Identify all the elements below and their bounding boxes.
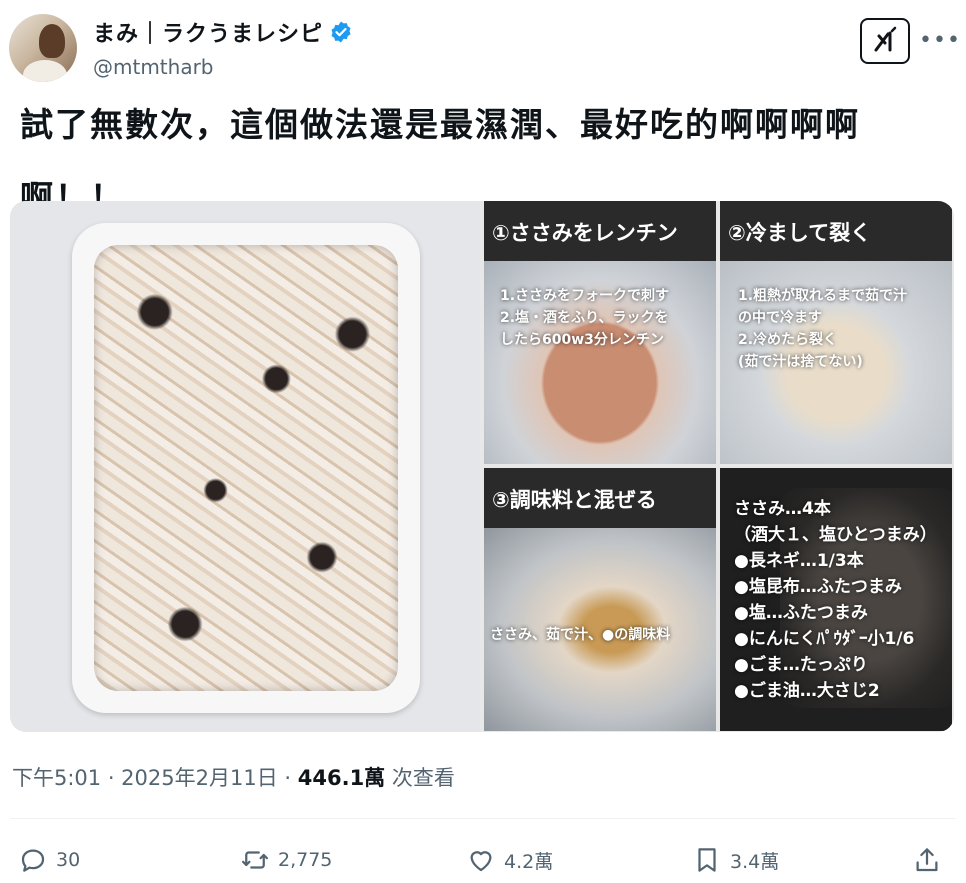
- reply-button[interactable]: 30: [18, 838, 80, 882]
- panel-text: 1.ささみをフォークで刺す 2.塩・酒をふり、ラックを したら600w3分レンチ…: [500, 288, 670, 348]
- panel-text: 1.粗熱が取れるまで茹で汁 の中で冷ます 2.冷めたら裂く (茹で汁は捨てない): [738, 288, 908, 370]
- more-icon: •••: [919, 27, 961, 53]
- bookmark-count: 3.4萬: [730, 850, 780, 873]
- more-button[interactable]: •••: [919, 22, 961, 58]
- ingredients-panel: ささみ…4本 （酒大１、塩ひとつまみ） ●長ネギ…1/3本 ●塩昆布…ふたつまみ…: [720, 468, 952, 731]
- tweet-media[interactable]: ①ささみをレンチン 1.ささみをフォークで刺す 2.塩・酒をふり、ラックを した…: [10, 201, 954, 732]
- panel-title: ①ささみをレンチン: [484, 201, 716, 261]
- verified-icon: [331, 21, 351, 43]
- display-name[interactable]: まみ｜ラクうまレシピ: [93, 16, 323, 48]
- recipe-step-1: ①ささみをレンチン 1.ささみをフォークで刺す 2.塩・酒をふり、ラックを した…: [484, 201, 716, 464]
- panel-text: ささみ、茹で汁、●の調味料: [490, 627, 671, 643]
- reply-count: 30: [56, 849, 81, 871]
- repost-icon: [242, 851, 268, 869]
- repost-count: 2,775: [278, 849, 333, 871]
- bookmark-icon: [698, 848, 716, 872]
- like-icon: [470, 851, 492, 872]
- grok-button[interactable]: [860, 18, 910, 64]
- avatar[interactable]: [9, 14, 77, 82]
- author-name-row[interactable]: まみ｜ラクうまレシピ: [93, 16, 353, 48]
- grok-icon: [874, 26, 897, 52]
- recipe-step-2: ②冷まして裂く 1.粗熱が取れるまで茹で汁 の中で冷ます 2.冷めたら裂く (茹…: [720, 201, 952, 464]
- action-bar: 30 2,775 4.2萬 3.4萬: [0, 838, 966, 882]
- like-count: 4.2萬: [504, 850, 554, 873]
- tweet-header: まみ｜ラクうまレシピ @mtmtharb •••: [0, 0, 966, 90]
- like-button[interactable]: 4.2萬: [466, 838, 553, 882]
- timestamp[interactable]: 下午5:01 · 2025年2月11日 ·: [12, 766, 298, 790]
- chicken-salad-photo[interactable]: [10, 201, 480, 732]
- divider: [10, 818, 956, 819]
- share-icon: [916, 848, 938, 872]
- ingredients-list: ささみ…4本 （酒大１、塩ひとつまみ） ●長ネギ…1/3本 ●塩昆布…ふたつまみ…: [734, 499, 937, 701]
- views-label: 次查看: [385, 766, 455, 790]
- tweet-meta: 下午5:01 · 2025年2月11日 · 446.1萬 次查看: [12, 762, 455, 792]
- repost-button[interactable]: 2,775: [240, 838, 332, 882]
- reply-icon: [21, 849, 45, 872]
- author-handle[interactable]: @mtmtharb: [93, 55, 214, 79]
- bookmark-button[interactable]: 3.4萬: [692, 838, 779, 882]
- panel-title: ②冷まして裂く: [720, 201, 952, 261]
- views-count: 446.1萬: [297, 766, 386, 790]
- share-button[interactable]: [912, 838, 942, 882]
- panel-title: ③調味料と混ぜる: [484, 468, 716, 528]
- recipe-step-3: ③調味料と混ぜる ささみ、茹で汁、●の調味料: [484, 468, 716, 731]
